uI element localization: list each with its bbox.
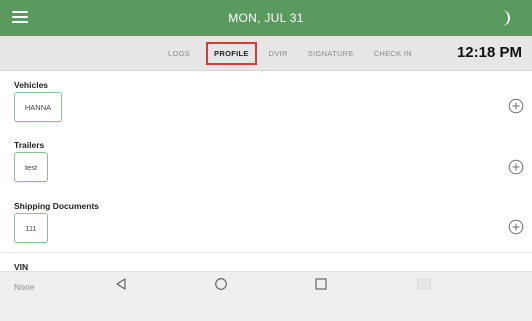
back-triangle-icon[interactable] [114,277,128,291]
add-circle-icon[interactable] [508,98,524,114]
vehicles-label: Vehicles [14,80,49,90]
add-circle-icon[interactable] [508,159,524,175]
tab-profile[interactable]: PROFILE [206,41,257,65]
home-circle-icon[interactable] [214,277,228,291]
trailer-chip[interactable]: test [14,152,48,182]
recents-square-icon[interactable] [314,277,328,291]
top-app-bar: MON, JUL 31 [0,0,532,36]
shipping-documents-section: Shipping Documents 111 [0,201,532,251]
tab-dvir[interactable]: DVIR [265,46,292,61]
add-circle-icon[interactable] [508,219,524,235]
clock: 12:18 PM [456,44,522,61]
trailers-section: Trailers test [0,140,532,192]
date-title: MON, JUL 31 [228,11,304,25]
keyboard-icon[interactable] [417,277,431,291]
shipping-document-chip[interactable]: 111 [14,213,48,243]
tab-logs[interactable]: LOGS [164,46,194,61]
vehicle-chip[interactable]: HANNA [14,92,62,122]
vin-section: VIN [0,262,532,272]
shipping-documents-label: Shipping Documents [14,201,99,211]
tab-signature[interactable]: SIGNATURE [304,46,358,61]
trailers-label: Trailers [14,140,45,150]
vin-value: None [14,282,35,292]
section-divider [0,252,532,253]
tab-list: LOGS PROFILE DVIR SIGNATURE CHECK IN [164,36,428,70]
vehicles-section: Vehicles HANNA [0,80,532,132]
system-nav-bar: None [0,271,532,321]
tab-check-in[interactable]: CHECK IN [370,46,416,61]
tab-bar: LOGS PROFILE DVIR SIGNATURE CHECK IN 12:… [0,36,532,71]
moon-icon[interactable] [498,9,512,27]
